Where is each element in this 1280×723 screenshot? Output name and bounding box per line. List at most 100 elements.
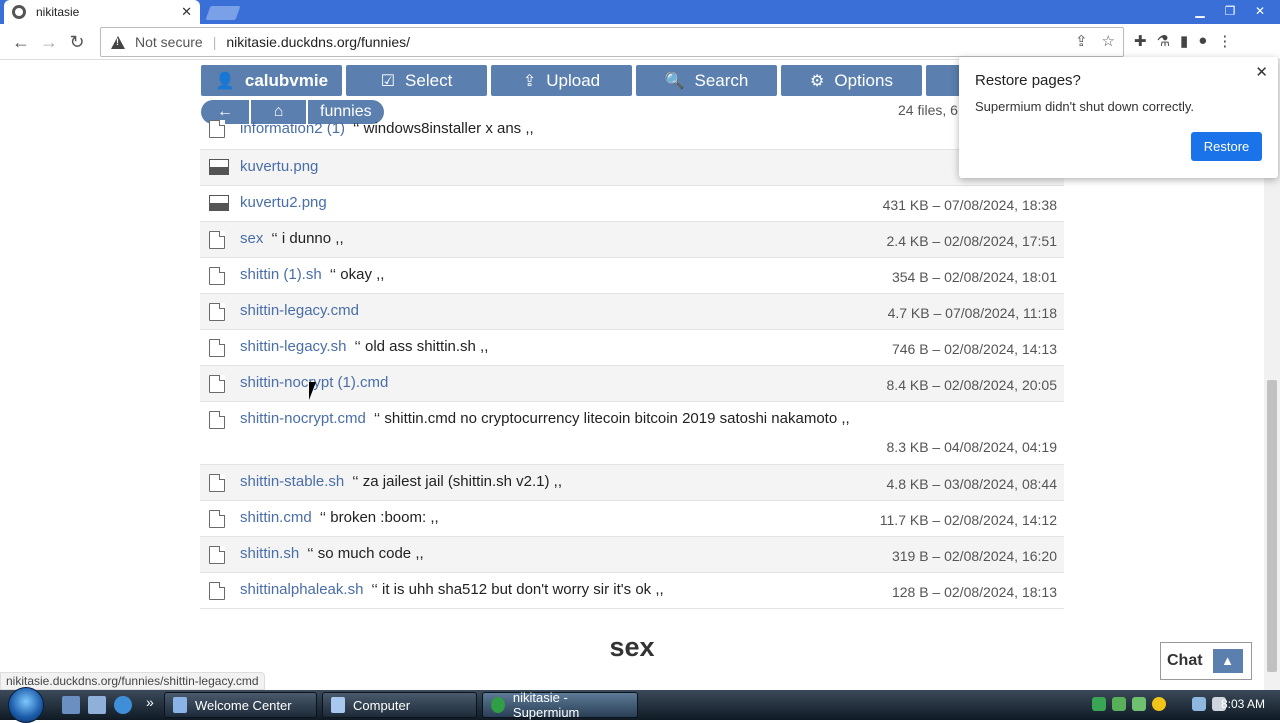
profile-icon[interactable]: ● bbox=[1198, 32, 1207, 50]
file-row[interactable]: kuvertu.png472 KB – 07 bbox=[200, 150, 1064, 186]
user-button[interactable]: 👤 calubvmie bbox=[201, 65, 342, 96]
supermium-icon bbox=[491, 697, 505, 713]
share-icon[interactable]: ⇪ bbox=[1075, 32, 1088, 50]
file-row[interactable]: shittin-stable.sh ‘‘ za jailest jail (shi… bbox=[200, 465, 1064, 501]
file-name-link[interactable]: shittin.sh bbox=[240, 545, 299, 562]
file-name-link[interactable]: shittin-legacy.cmd bbox=[240, 302, 359, 319]
chevron-up-icon: ▲ bbox=[1212, 649, 1243, 673]
taskbar-item-computer[interactable]: Computer bbox=[322, 692, 477, 718]
chat-button[interactable]: Chat ▲ bbox=[1160, 642, 1252, 680]
globe-icon bbox=[12, 5, 26, 19]
file-description: ‘‘ okay ,, bbox=[329, 266, 385, 283]
file-name-link[interactable]: shittin-nocrypt.cmd bbox=[240, 410, 366, 427]
close-window-icon[interactable]: ✕ bbox=[1248, 2, 1272, 20]
file-name-link[interactable]: kuvertu.png bbox=[240, 158, 318, 175]
file-description: ‘‘ windows8installer x ans ,, bbox=[353, 120, 534, 137]
url-text[interactable]: nikitasie.duckdns.org/funnies/ bbox=[226, 34, 410, 50]
forward-arrow-icon[interactable]: → bbox=[38, 32, 60, 52]
file-meta: 319 B – 02/08/2024, 16:20 bbox=[891, 548, 1057, 564]
taskbar-clock[interactable]: 8:03 AM bbox=[1221, 697, 1265, 711]
new-tab-button[interactable] bbox=[205, 6, 241, 20]
chat-label: Chat bbox=[1167, 652, 1203, 669]
file-row[interactable]: shittin-legacy.sh ‘‘ old ass shittin.sh ,… bbox=[200, 330, 1064, 366]
file-description: ‘‘ so much code ,, bbox=[307, 545, 424, 562]
tab-active[interactable]: nikitasie ✕ bbox=[4, 0, 200, 24]
update-tray-icon[interactable] bbox=[1132, 697, 1146, 711]
file-meta: 8.4 KB – 02/08/2024, 20:05 bbox=[886, 377, 1057, 393]
omnibox-actions: ⇪ ☆ bbox=[1075, 32, 1115, 50]
file-row[interactable]: shittin-legacy.cmd 4.7 KB – 07/08/2024, 1… bbox=[200, 294, 1064, 330]
reload-icon[interactable]: ↻ bbox=[66, 32, 88, 52]
select-button[interactable]: ☑ Select bbox=[346, 65, 487, 96]
taskbar-item-welcome-center[interactable]: Welcome Center bbox=[164, 692, 317, 718]
restore-button[interactable]: Restore bbox=[1191, 132, 1262, 161]
file-row[interactable]: information2 (1) ‘‘ windows8installer x a… bbox=[200, 120, 1064, 150]
taskbar-item-supermium[interactable]: nikitasie - Supermium bbox=[482, 690, 638, 720]
file-name-link[interactable]: shittin-stable.sh bbox=[240, 473, 344, 490]
welcome-center-icon bbox=[173, 697, 187, 713]
tab-close-icon[interactable]: ✕ bbox=[181, 4, 192, 20]
file-name-link[interactable]: shittin.cmd bbox=[240, 509, 312, 526]
document-file-icon bbox=[209, 582, 225, 600]
file-name-link[interactable]: information2 (1) bbox=[240, 120, 345, 137]
upload-button[interactable]: ⇪ Upload bbox=[491, 65, 632, 96]
notification-tray-icon[interactable] bbox=[1152, 697, 1166, 711]
document-file-icon bbox=[209, 546, 225, 564]
sidepanel-icon[interactable]: ▮ bbox=[1180, 32, 1188, 50]
file-row[interactable]: kuvertu2.png 431 KB – 07/08/2024, 18:38 bbox=[200, 186, 1064, 222]
show-desktop-icon[interactable] bbox=[62, 696, 80, 714]
file-name-link[interactable]: kuvertu2.png bbox=[240, 194, 327, 211]
back-arrow-icon[interactable]: ← bbox=[10, 32, 32, 52]
file-row[interactable]: shittin-nocrypt.cmd ‘‘ shittin.cmd no cry… bbox=[200, 402, 1064, 465]
file-name-link[interactable]: shittin-legacy.sh bbox=[240, 338, 346, 355]
puzzle-icon[interactable]: ✚ bbox=[1134, 32, 1147, 50]
popup-close-icon[interactable]: ✕ bbox=[1255, 63, 1268, 81]
browser-toolbar: ← → ↻ Not secure | nikitasie.duckdns.org… bbox=[0, 24, 1280, 60]
address-separator: | bbox=[212, 34, 217, 50]
options-button[interactable]: ⚙ Options bbox=[781, 65, 922, 96]
taskbar-label: Welcome Center bbox=[195, 697, 292, 713]
user-icon: 👤 bbox=[214, 72, 235, 90]
restore-window-icon[interactable]: ❐ bbox=[1218, 2, 1242, 20]
minimize-icon[interactable]: ▁ bbox=[1188, 2, 1212, 20]
kebab-menu-icon[interactable]: ⋮ bbox=[1217, 32, 1232, 50]
quick-launch bbox=[62, 696, 132, 714]
file-name-wrap: shittin-nocrypt.cmd ‘‘ shittin.cmd no cry… bbox=[240, 410, 850, 427]
file-row[interactable]: shittin.cmd ‘‘ broken :boom: ,, 11.7 KB – … bbox=[200, 501, 1064, 537]
file-description: ‘‘ i dunno ,, bbox=[271, 230, 344, 247]
mouse-cursor-icon bbox=[309, 382, 323, 400]
file-row[interactable]: shittin (1).sh ‘‘ okay ,, 354 B – 02/08/20… bbox=[200, 258, 1064, 294]
upload-label: Upload bbox=[546, 70, 601, 90]
search-button[interactable]: 🔍 Search bbox=[636, 65, 777, 96]
switch-windows-icon[interactable] bbox=[88, 696, 106, 714]
display-tray-icon[interactable] bbox=[1192, 697, 1206, 711]
file-row[interactable]: shittin-nocrypt (1).cmd 8.4 KB – 02/08/20… bbox=[200, 366, 1064, 402]
file-name-wrap: sex ‘‘ i dunno ,, bbox=[240, 230, 344, 247]
document-file-icon bbox=[209, 120, 225, 138]
file-name-link[interactable]: sex bbox=[240, 230, 263, 247]
popup-title: Restore pages? bbox=[975, 72, 1081, 89]
address-bar[interactable]: Not secure | nikitasie.duckdns.org/funni… bbox=[100, 27, 1124, 57]
window-controls: ▁ ❐ ✕ bbox=[1188, 2, 1272, 20]
file-name-link[interactable]: shittinalphaleak.sh bbox=[240, 581, 363, 598]
file-meta: 11.7 KB – 02/08/2024, 14:12 bbox=[879, 512, 1057, 528]
gear-icon: ⚙ bbox=[810, 72, 825, 90]
tray-spacer bbox=[1172, 697, 1186, 711]
file-name-wrap: shittin-legacy.sh ‘‘ old ass shittin.sh ,… bbox=[240, 338, 488, 355]
quick-launch-overflow[interactable]: » bbox=[146, 694, 154, 710]
file-name-link[interactable]: shittin (1).sh bbox=[240, 266, 322, 283]
network-tray-icon[interactable] bbox=[1092, 697, 1106, 711]
file-row[interactable]: shittin.sh ‘‘ so much code ,, 319 B – 02/0… bbox=[200, 537, 1064, 573]
file-meta: 746 B – 02/08/2024, 14:13 bbox=[891, 341, 1057, 357]
scroll-thumb[interactable] bbox=[1267, 380, 1277, 672]
options-label: Options bbox=[834, 70, 893, 90]
file-row[interactable]: sex ‘‘ i dunno ,, 2.4 KB – 02/08/2024, 17:… bbox=[200, 222, 1064, 258]
flask-icon[interactable]: ⚗ bbox=[1157, 32, 1170, 50]
file-row[interactable]: shittinalphaleak.sh ‘‘ it is uhh sha512 b… bbox=[200, 573, 1064, 609]
checkbox-icon: ☑ bbox=[380, 72, 396, 90]
start-orb-icon[interactable] bbox=[8, 687, 44, 723]
security-tray-icon[interactable] bbox=[1112, 697, 1126, 711]
taskbar: » Welcome Center Computer nikitasie - Su… bbox=[0, 687, 1280, 723]
internet-explorer-icon[interactable] bbox=[114, 696, 132, 714]
bookmark-star-icon[interactable]: ☆ bbox=[1102, 32, 1115, 50]
